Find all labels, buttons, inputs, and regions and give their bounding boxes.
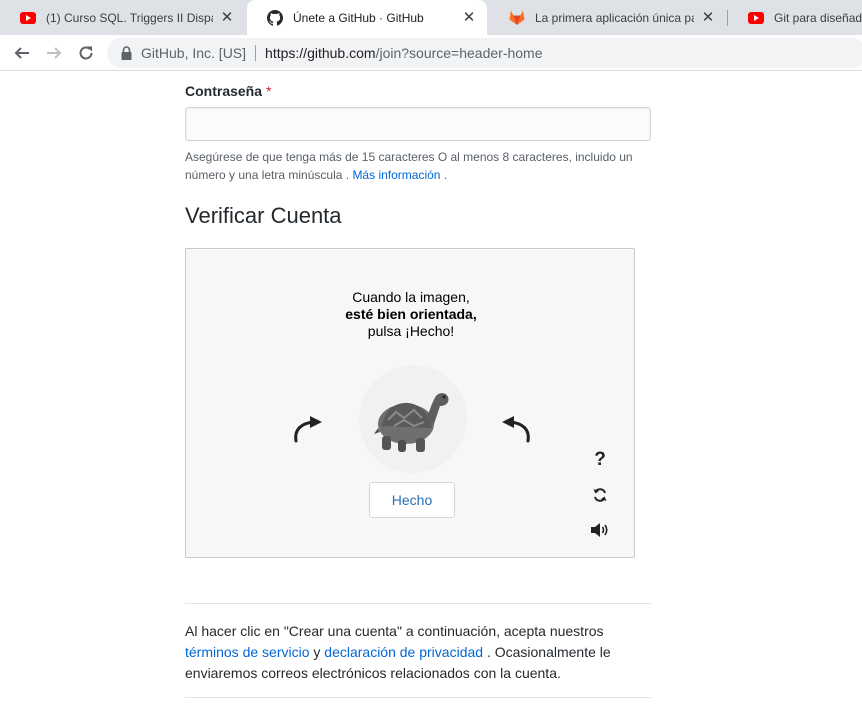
instruction-line-3: pulsa ¡Hecho! [367, 323, 455, 339]
tortoise-image [374, 393, 449, 452]
password-label: Contraseña * [185, 83, 271, 99]
privacy-statement-link[interactable]: declaración de privacidad [324, 644, 483, 660]
captcha-image [359, 365, 467, 473]
instruction-line-1: Cuando la imagen, [352, 289, 470, 305]
youtube-icon [20, 10, 36, 26]
address-bar[interactable]: GitHub, Inc. [US] https://github.com/joi… [107, 38, 862, 68]
captcha-box: Cuando la imagen, esté bien orientada, p… [185, 248, 635, 558]
password-input[interactable] [185, 107, 651, 141]
url-path: /join?source=header-home [375, 45, 543, 61]
back-button[interactable] [8, 39, 36, 67]
rotate-right-arrow-icon [502, 416, 530, 443]
tab-youtube-git[interactable]: Git para diseñadores [728, 0, 862, 35]
rotate-left-arrow-icon [294, 416, 322, 443]
password-hint: Asegúrese de que tenga más de 15 caracte… [185, 148, 655, 184]
tab-youtube-sql[interactable]: (1) Curso SQL. Triggers II Disparadores … [0, 0, 245, 35]
tab-title: Únete a GitHub · GitHub [293, 10, 424, 25]
forward-button[interactable] [40, 39, 68, 67]
tab-github-join[interactable]: Únete a GitHub · GitHub ✕ [247, 0, 487, 35]
tab-strip: (1) Curso SQL. Triggers II Disparadores … [0, 0, 862, 35]
gitlab-icon [509, 10, 525, 26]
instruction-line-2: esté bien orientada, [345, 306, 477, 322]
arrow-left-icon [14, 47, 29, 59]
youtube-icon [748, 10, 764, 26]
reload-icon [79, 46, 93, 60]
required-mark: * [266, 83, 272, 99]
captcha-instructions: Cuando la imagen, esté bien orientada, p… [186, 289, 636, 340]
verify-account-title: Verificar Cuenta [185, 203, 342, 228]
close-tab-icon[interactable]: ✕ [461, 10, 477, 26]
close-tab-icon[interactable]: ✕ [219, 10, 235, 26]
tab-gitlab[interactable]: La primera aplicación única para ✕ [489, 0, 726, 35]
help-icon[interactable]: ? [588, 448, 612, 472]
terms-text-before: Al hacer clic en "Crear una cuenta" a co… [185, 623, 604, 639]
audio-icon[interactable] [588, 518, 612, 542]
site-identity[interactable]: GitHub, Inc. [US] [141, 45, 246, 61]
terms-notice: Al hacer clic en "Crear una cuenta" a co… [185, 621, 625, 684]
omnibox-divider [255, 45, 257, 61]
github-icon [267, 9, 283, 26]
rotate-right-button[interactable] [496, 407, 536, 447]
done-button[interactable]: Hecho [369, 482, 455, 518]
tab-title: Git para diseñadores [774, 10, 862, 25]
close-tab-icon[interactable]: ✕ [700, 10, 716, 26]
terms-of-service-link[interactable]: términos de servicio [185, 644, 310, 660]
page-content: Contraseña * Asegúrese de que tenga más d… [0, 72, 862, 713]
password-label-text: Contraseña [185, 83, 263, 99]
tab-title: (1) Curso SQL. Triggers II Disparadores [46, 10, 213, 25]
arrow-right-icon [47, 47, 62, 59]
hint-end: . [443, 168, 448, 182]
divider [185, 697, 651, 698]
url-host: https://github.com [265, 45, 376, 61]
lock-icon [119, 46, 133, 60]
divider [185, 603, 651, 604]
reload-button[interactable] [72, 39, 100, 67]
rotate-left-button[interactable] [288, 407, 328, 447]
more-info-link[interactable]: Más información [352, 168, 440, 182]
browser-toolbar: GitHub, Inc. [US] https://github.com/joi… [0, 35, 862, 71]
tab-title: La primera aplicación única para [535, 10, 694, 25]
terms-and: y [313, 644, 321, 660]
refresh-icon[interactable] [588, 483, 612, 507]
